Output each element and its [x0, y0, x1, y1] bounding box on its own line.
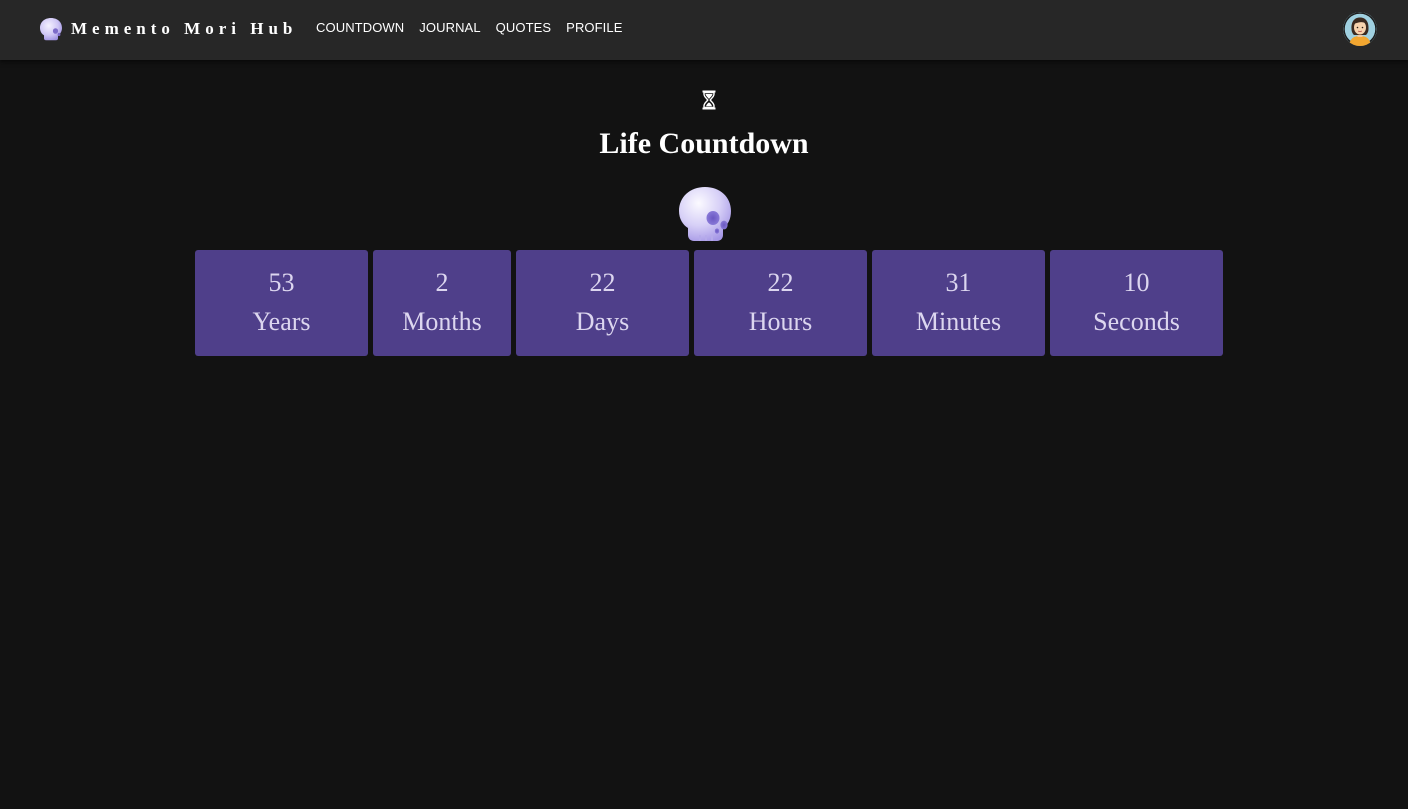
nav-item-journal[interactable]: JOURNAL: [419, 20, 480, 35]
countdown-days: 22 Days: [516, 250, 689, 356]
nav-item-countdown[interactable]: COUNTDOWN: [316, 20, 404, 35]
nav-item-profile[interactable]: PROFILE: [566, 20, 622, 35]
countdown-value: 53: [268, 268, 295, 297]
countdown-seconds: 10 Seconds: [1050, 250, 1223, 356]
user-avatar[interactable]: [1343, 12, 1377, 46]
nav-menu: COUNTDOWN JOURNAL QUOTES PROFILE: [316, 20, 638, 35]
countdown-unit: Seconds: [1093, 307, 1180, 336]
user-avatar-icon: [1343, 12, 1377, 46]
nav-item-quotes[interactable]: QUOTES: [496, 20, 552, 35]
countdown-value: 2: [435, 268, 449, 297]
countdown-years: 53 Years: [195, 250, 368, 356]
skull-icon: [679, 187, 731, 241]
countdown-value: 31: [945, 268, 972, 297]
countdown-unit: Minutes: [915, 307, 1002, 336]
countdown-unit: Years: [252, 307, 311, 336]
brand-logo-link[interactable]: Memento Mori Hub: [38, 16, 297, 42]
brand-title: Memento Mori Hub: [71, 19, 298, 38]
countdown-unit: Hours: [748, 307, 813, 336]
countdown-value: 10: [1123, 268, 1150, 297]
countdown-value: 22: [767, 268, 794, 297]
countdown-minutes: 31 Minutes: [872, 250, 1045, 356]
skull-icon: [40, 18, 62, 41]
top-navbar: Memento Mori Hub COUNTDOWN JOURNAL QUOTE…: [0, 0, 1408, 60]
countdown-value: 22: [589, 268, 616, 297]
hourglass-icon: [702, 90, 716, 110]
page-title: Life Countdown: [599, 127, 809, 160]
countdown-hours: 22 Hours: [694, 250, 867, 356]
countdown-unit: Months: [402, 307, 482, 336]
countdown-unit: Days: [575, 307, 630, 336]
countdown-months: 2 Months: [373, 250, 511, 356]
